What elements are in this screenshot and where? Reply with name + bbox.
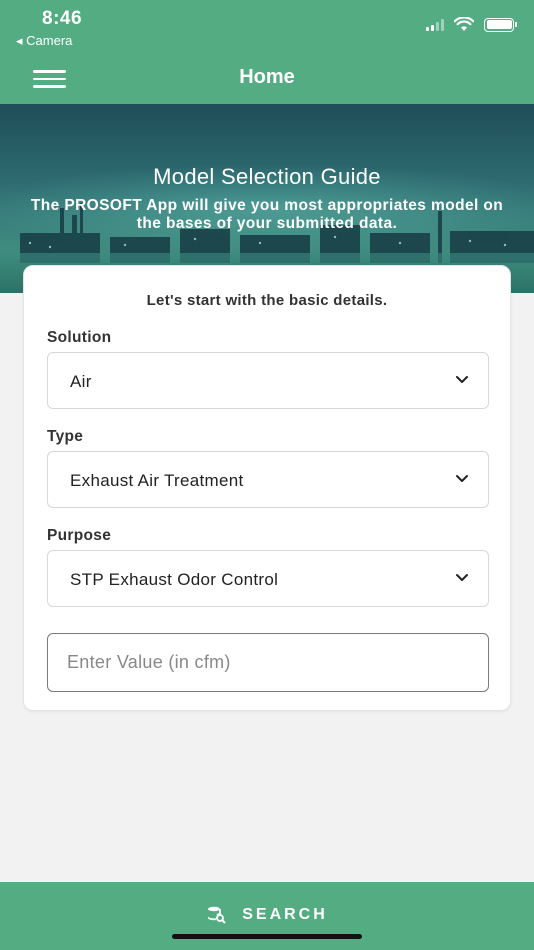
cfm-value-input[interactable] bbox=[47, 633, 489, 692]
home-indicator[interactable] bbox=[172, 934, 362, 939]
database-search-icon bbox=[208, 906, 226, 924]
search-label: SEARCH bbox=[242, 906, 328, 923]
purpose-select[interactable]: STP Exhaust Odor Control bbox=[47, 550, 489, 607]
top-app-bar: 8:46 ◂ Camera Home bbox=[0, 0, 534, 104]
type-selected-value: Exhaust Air Treatment bbox=[70, 471, 244, 490]
type-label: Type bbox=[47, 428, 84, 445]
hero-title: Model Selection Guide bbox=[153, 164, 381, 189]
battery-icon bbox=[484, 17, 517, 32]
solution-selected-value: Air bbox=[70, 372, 92, 391]
chevron-down-icon bbox=[456, 376, 468, 383]
purpose-selected-value: STP Exhaust Odor Control bbox=[70, 570, 279, 589]
type-select[interactable]: Exhaust Air Treatment bbox=[47, 451, 489, 508]
purpose-label: Purpose bbox=[47, 527, 112, 544]
status-icons bbox=[426, 17, 517, 32]
solution-select[interactable]: Air bbox=[47, 352, 489, 409]
status-time: 8:46 bbox=[42, 8, 83, 29]
chevron-down-icon bbox=[456, 475, 468, 482]
back-to-camera-link[interactable]: ◂ Camera bbox=[16, 33, 72, 49]
search-button[interactable]: SEARCH bbox=[0, 882, 534, 950]
hero-subtitle: The PROSOFT App will give you most appro… bbox=[30, 197, 504, 232]
model-selection-card: Let's start with the basic details. Solu… bbox=[23, 265, 511, 711]
solution-label: Solution bbox=[47, 329, 112, 346]
page-title: Home bbox=[239, 66, 295, 88]
cellular-signal-icon bbox=[426, 18, 444, 31]
chevron-down-icon bbox=[456, 574, 468, 581]
card-intro-text: Let's start with the basic details. bbox=[146, 292, 388, 309]
wifi-icon bbox=[454, 17, 474, 31]
search-button-content: SEARCH bbox=[0, 906, 534, 924]
